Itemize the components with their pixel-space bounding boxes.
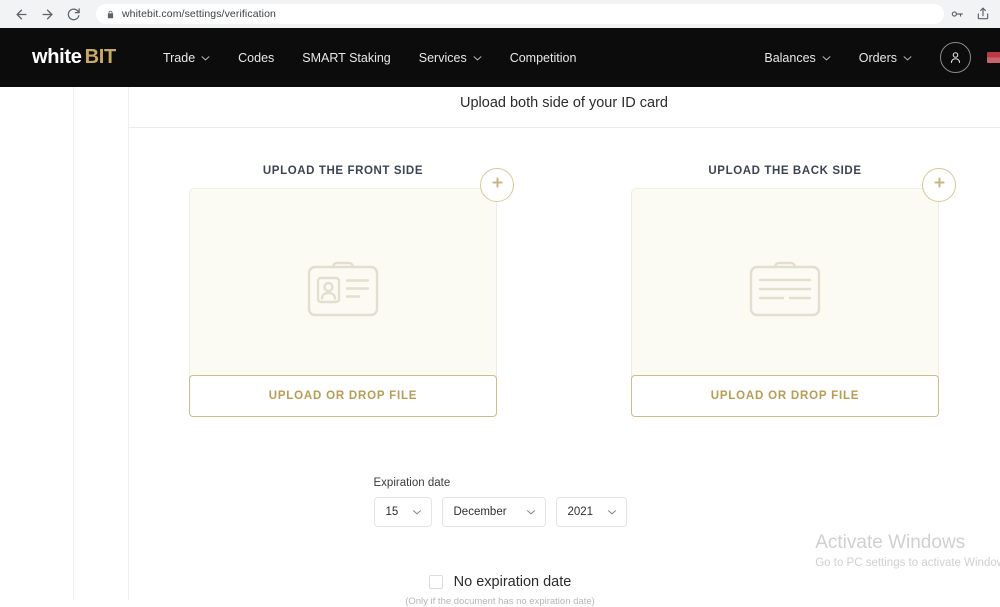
nav-item-balances[interactable]: Balances: [750, 51, 844, 65]
user-avatar-icon[interactable]: [940, 42, 971, 73]
expiration-date-block: Expiration date 15 December 2021: [0, 477, 1000, 527]
no-expiration-hint: (Only if the document has no expiration …: [405, 596, 595, 607]
no-expiration-label: No expiration date: [453, 574, 572, 590]
upload-sections: UPLOAD THE FRONT SIDE UPLOAD OR DROP FIL…: [128, 165, 1000, 417]
page-title: Upload both side of your ID card: [460, 95, 668, 111]
site-header: white BIT Trade Codes SMART Staking Servi…: [0, 28, 1000, 87]
no-expiration-block: No expiration date (Only if the document…: [0, 574, 1000, 607]
chevron-down-icon: [473, 55, 482, 61]
add-front-file-button[interactable]: [480, 168, 514, 202]
watermark-line-1: Activate Windows: [815, 532, 966, 553]
logo-white-part: white: [32, 46, 82, 68]
nav-item-codes[interactable]: Codes: [224, 51, 288, 65]
expiration-month-value: December: [453, 506, 507, 518]
language-flag-icon[interactable]: [987, 52, 1000, 63]
header-right-area: Balances Orders: [750, 42, 1000, 73]
upload-back-dropzone[interactable]: [631, 188, 939, 393]
back-arrow-icon[interactable]: [8, 1, 34, 27]
chevron-down-icon: [607, 509, 617, 515]
watermark-line-2: Go to PC settings to activate Windows.: [815, 557, 1000, 569]
nav-label-balances: Balances: [764, 50, 816, 65]
nav-item-orders[interactable]: Orders: [845, 51, 926, 65]
nav-item-trade[interactable]: Trade: [149, 51, 224, 65]
id-card-back-icon: [749, 259, 821, 322]
whitebit-logo[interactable]: white BIT: [32, 46, 116, 69]
plus-circle-icon: [932, 175, 947, 195]
logo-gold-part: BIT: [84, 46, 117, 68]
upload-front-label: UPLOAD THE FRONT SIDE: [262, 165, 424, 177]
upload-front-dropzone-wrap: [189, 168, 514, 393]
nav-label-trade: Trade: [162, 50, 196, 65]
expiration-year-select[interactable]: 2021: [555, 497, 627, 527]
no-expiration-checkbox[interactable]: [428, 575, 443, 589]
nav-label-competition: Competition: [509, 50, 577, 65]
chevron-down-icon: [822, 55, 831, 61]
chevron-down-icon: [903, 55, 912, 61]
nav-item-smart-staking[interactable]: SMART Staking: [288, 51, 404, 65]
expiration-date-label: Expiration date: [373, 477, 451, 489]
upload-back-dropzone-wrap: [631, 168, 956, 393]
expiration-day-select[interactable]: 15: [373, 497, 432, 527]
main-navigation: Trade Codes SMART Staking Services Compe…: [149, 51, 590, 65]
nav-label-codes: Codes: [238, 50, 275, 65]
share-icon[interactable]: [976, 7, 990, 21]
page-content: Upload both side of your ID card UPLOAD …: [0, 87, 1000, 607]
key-icon[interactable]: [950, 7, 964, 21]
title-divider: [128, 127, 1000, 128]
nav-item-services[interactable]: Services: [405, 51, 496, 65]
lock-icon: [106, 9, 115, 20]
address-bar[interactable]: whitebit.com/settings/verification: [96, 4, 944, 24]
nav-label-services: Services: [418, 50, 467, 65]
plus-circle-icon: [490, 175, 505, 195]
nav-item-competition[interactable]: Competition: [496, 51, 591, 65]
chevron-down-icon: [201, 55, 210, 61]
chevron-down-icon: [526, 509, 536, 515]
url-text: whitebit.com/settings/verification: [122, 8, 276, 20]
upload-back-button[interactable]: UPLOAD OR DROP FILE: [631, 375, 939, 417]
add-back-file-button[interactable]: [922, 168, 956, 202]
browser-toolbar: whitebit.com/settings/verification: [0, 0, 1000, 28]
expiration-month-select[interactable]: December: [441, 497, 546, 527]
chevron-down-icon: [412, 509, 422, 515]
upload-front-section: UPLOAD THE FRONT SIDE UPLOAD OR DROP FIL…: [189, 165, 514, 417]
upload-front-button[interactable]: UPLOAD OR DROP FILE: [189, 375, 497, 417]
windows-activation-watermark: Activate Windows Go to PC settings to ac…: [815, 532, 1000, 569]
upload-back-section: UPLOAD THE BACK SIDE UPLOAD OR DROP FILE: [631, 165, 956, 417]
id-card-front-icon: [307, 259, 379, 322]
reload-icon[interactable]: [60, 1, 86, 27]
upload-front-dropzone[interactable]: [189, 188, 497, 393]
upload-back-label: UPLOAD THE BACK SIDE: [708, 165, 862, 177]
expiration-year-value: 2021: [567, 506, 594, 518]
expiration-day-value: 15: [385, 506, 399, 518]
nav-label-smart-staking: SMART Staking: [302, 50, 391, 65]
nav-label-orders: Orders: [858, 50, 897, 65]
forward-arrow-icon[interactable]: [34, 1, 60, 27]
expiration-date-selects: 15 December 2021: [373, 497, 627, 527]
